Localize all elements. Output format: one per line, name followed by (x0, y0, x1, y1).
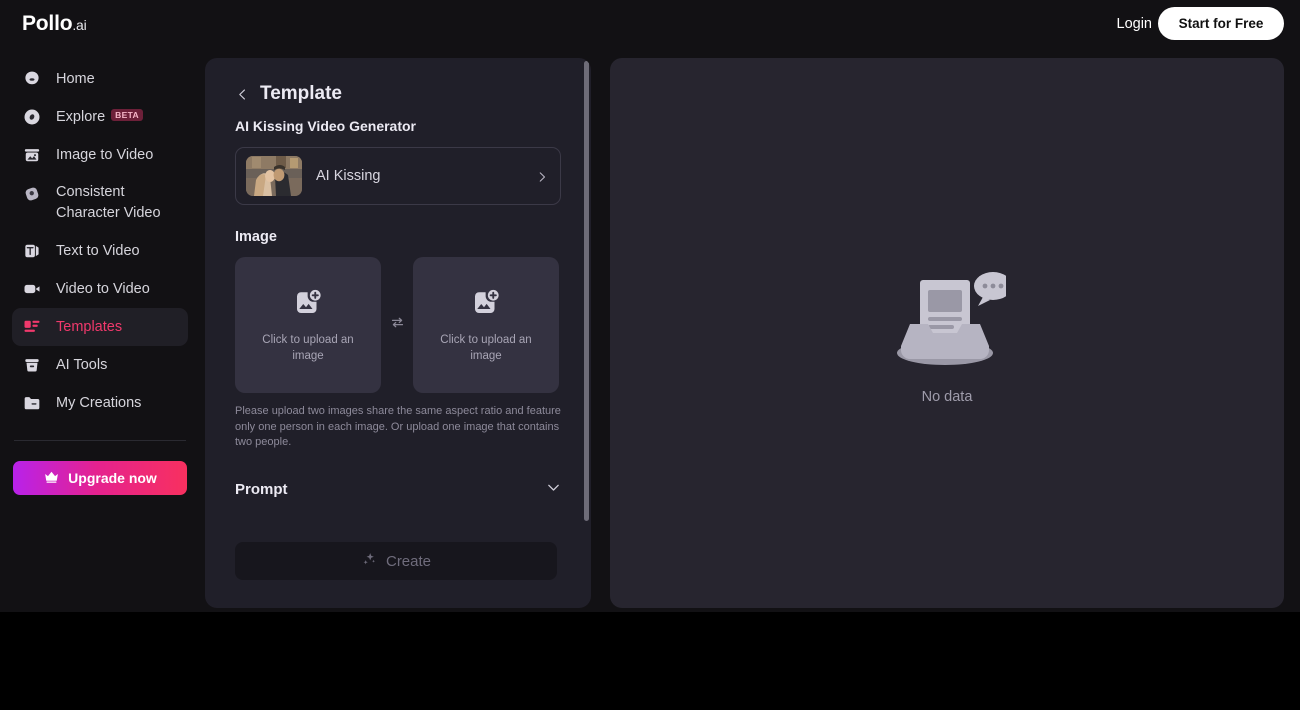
scrollbar-thumb[interactable] (584, 61, 589, 521)
form-panel-scrollbar[interactable] (584, 61, 589, 605)
chevron-right-icon (536, 170, 548, 182)
upload-hint-text: Please upload two images share the same … (235, 405, 561, 448)
empty-inbox-icon (888, 262, 1012, 379)
sidebar-divider (14, 440, 186, 441)
empty-state-text: No data (921, 388, 973, 405)
image-upload-row: Click to upload an image Click to upload… (235, 257, 561, 393)
sidebar-item-label: Video to Video (56, 281, 150, 297)
upgrade-now-label: Upgrade now (68, 470, 157, 486)
image-add-icon (471, 287, 501, 322)
app-shell: Pollo.ai Login Start for Free Home Explo… (0, 0, 1300, 612)
sidebar-item-label: Explore (56, 109, 106, 125)
sidebar-item-label: Consistent Character Video (56, 184, 161, 221)
upload-box-right[interactable]: Click to upload an image (413, 257, 559, 393)
sidebar-item-image-to-video[interactable]: Image to Video (12, 136, 188, 174)
sidebar-item-consistent-character-video[interactable]: Consistent Character Video (12, 174, 188, 232)
template-form-panel: Template AI Kissing Video Generator AI K… (205, 58, 591, 608)
sidebar-item-label: Templates (56, 319, 123, 335)
sidebar-item-label: My Creations (56, 395, 142, 411)
home-icon (21, 68, 43, 90)
sidebar: Home Explore BETA Image to Video Consist… (0, 48, 200, 612)
sidebar-item-explore[interactable]: Explore BETA (12, 98, 188, 136)
text-to-video-icon (21, 240, 43, 262)
sidebar-item-label: Text to Video (56, 243, 140, 259)
compass-icon (21, 106, 43, 128)
template-form-content: Template AI Kissing Video Generator AI K… (205, 58, 591, 608)
templates-icon (21, 316, 43, 338)
preview-panel: No data (610, 58, 1284, 608)
folder-icon (21, 392, 43, 414)
sidebar-item-my-creations[interactable]: My Creations (12, 384, 188, 422)
character-video-icon (21, 183, 43, 205)
beta-badge: BETA (111, 109, 143, 121)
sidebar-item-label: Home (56, 71, 95, 87)
sidebar-item-label: Image to Video (56, 147, 154, 163)
logo-name: Pollo (22, 12, 73, 35)
swap-images-button[interactable] (381, 257, 413, 393)
template-name: AI Kissing (316, 168, 381, 184)
upload-caption: Click to upload an image (262, 333, 354, 362)
app-root: Pollo.ai Login Start for Free Home Explo… (0, 0, 1300, 710)
create-button[interactable]: Create (235, 542, 557, 580)
chevron-left-icon[interactable] (235, 87, 249, 101)
image-add-icon (293, 287, 323, 322)
top-bar: Pollo.ai Login Start for Free (0, 0, 1300, 48)
upgrade-now-button[interactable]: Upgrade now (13, 461, 187, 495)
start-for-free-button[interactable]: Start for Free (1158, 7, 1284, 40)
chevron-down-icon (546, 480, 561, 500)
sidebar-item-label: AI Tools (56, 357, 108, 373)
sidebar-item-text-to-video[interactable]: Text to Video (12, 232, 188, 270)
ai-kissing-thumbnail (246, 156, 302, 196)
video-to-video-icon (21, 278, 43, 300)
crown-icon (43, 468, 60, 488)
panel-header: Template (235, 82, 561, 106)
page-title: Template (260, 83, 343, 104)
logo-suffix: .ai (72, 17, 87, 33)
prompt-section-toggle[interactable]: Prompt (235, 477, 561, 503)
swap-arrows-icon (390, 315, 405, 335)
upload-caption: Click to upload an image (440, 333, 532, 362)
ai-tools-icon (21, 354, 43, 376)
sidebar-item-templates[interactable]: Templates (12, 308, 188, 346)
image-section-label: Image (235, 229, 277, 245)
image-to-video-icon (21, 144, 43, 166)
template-selector-row[interactable]: AI Kissing (235, 147, 561, 205)
upload-box-left[interactable]: Click to upload an image (235, 257, 381, 393)
sidebar-item-home[interactable]: Home (12, 60, 188, 98)
sidebar-item-video-to-video[interactable]: Video to Video (12, 270, 188, 308)
login-button[interactable]: Login (1117, 12, 1152, 36)
sparkles-icon (361, 551, 377, 571)
create-button-label: Create (385, 552, 432, 570)
logo[interactable]: Pollo.ai (22, 10, 87, 39)
prompt-label: Prompt (235, 481, 288, 498)
generator-caption: AI Kissing Video Generator (235, 118, 417, 134)
sidebar-item-ai-tools[interactable]: AI Tools (12, 346, 188, 384)
